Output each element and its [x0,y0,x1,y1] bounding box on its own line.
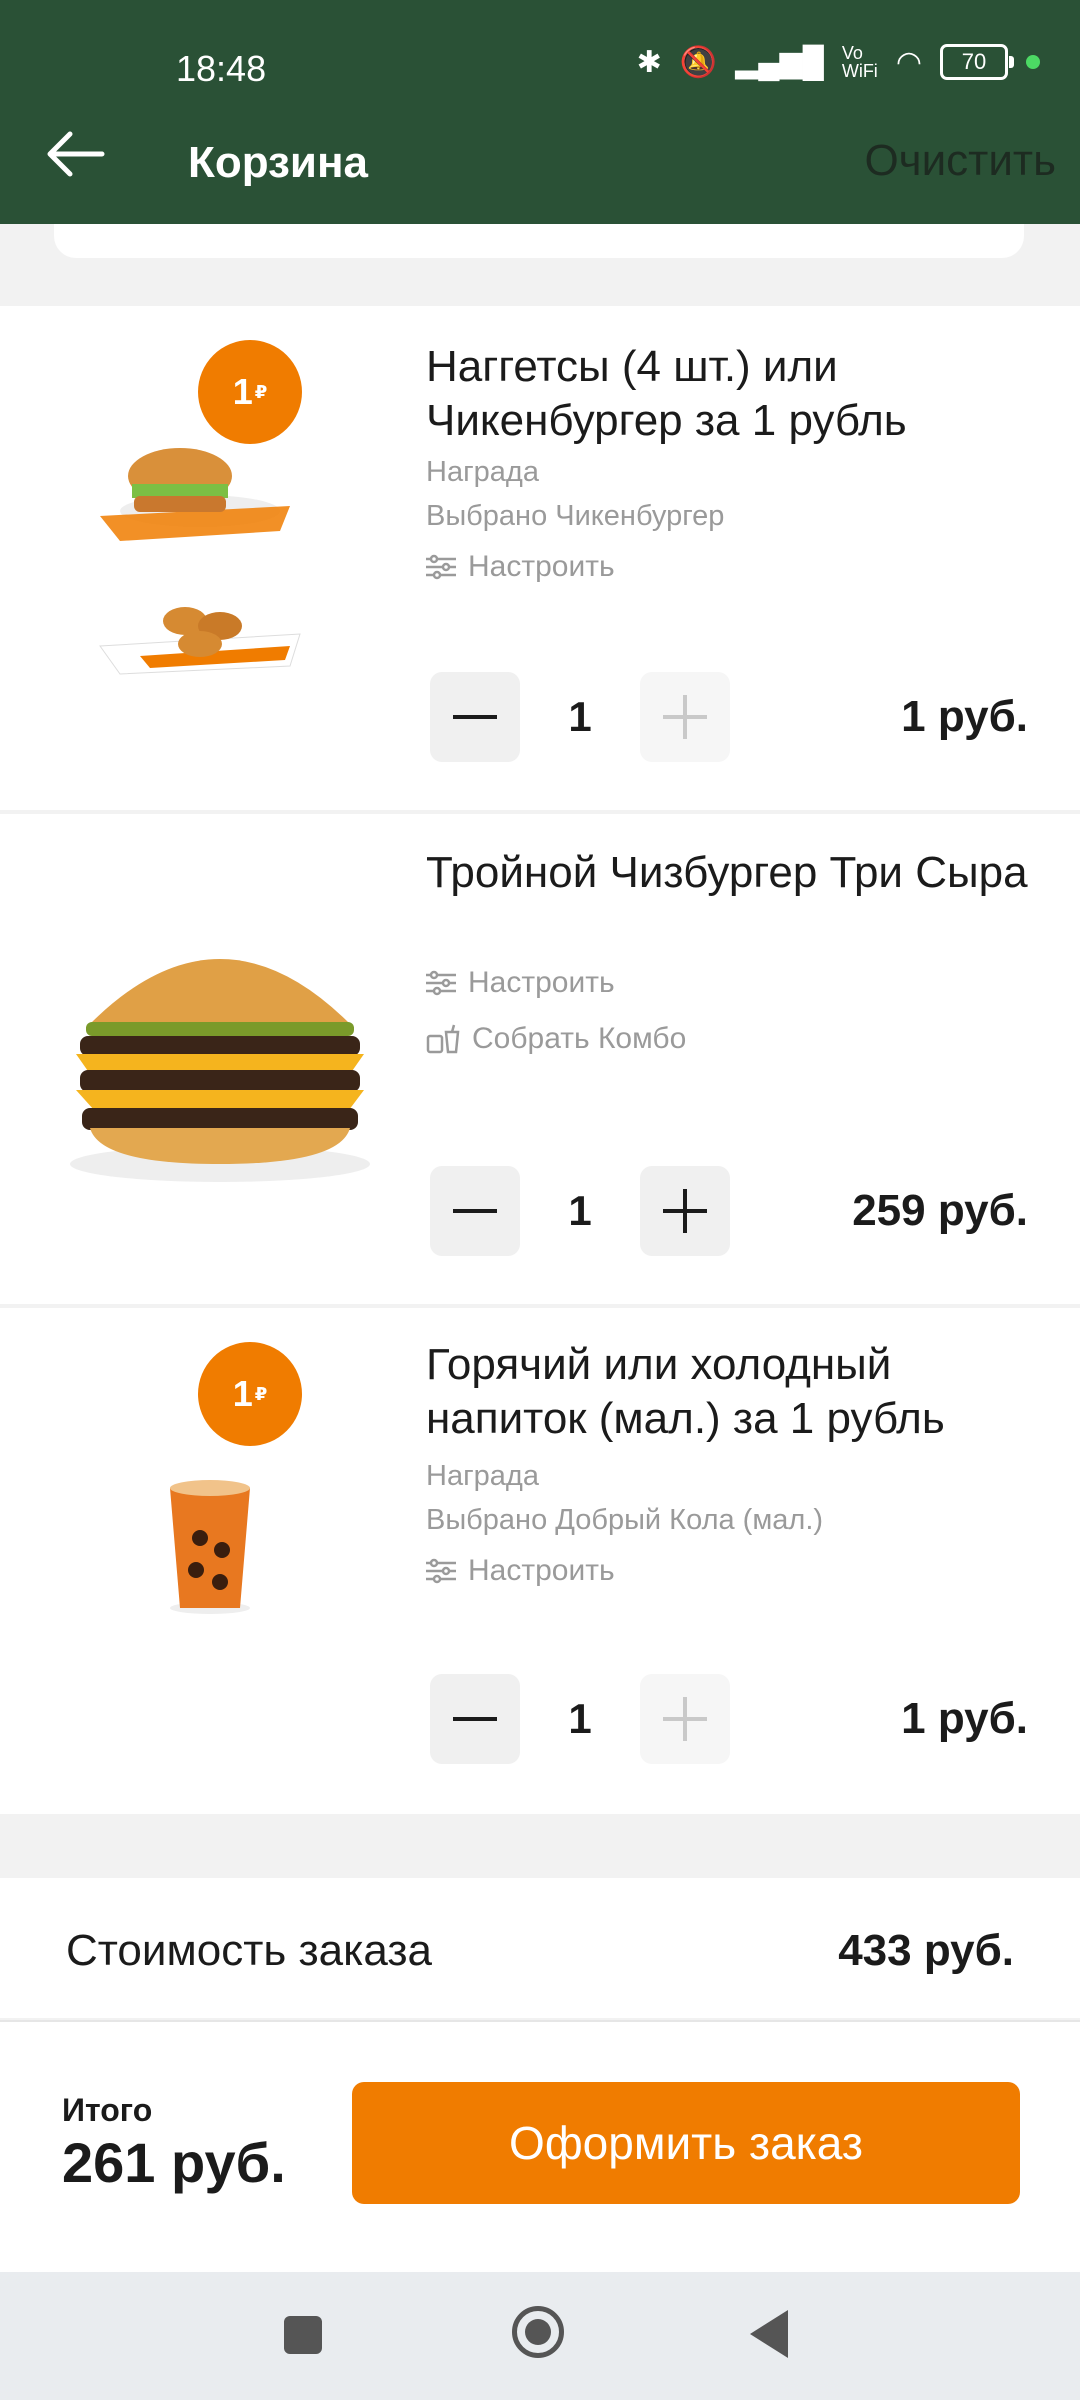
checkout-footer: Итого 261 руб. Оформить заказ [0,2020,1080,2274]
home-icon-dot [525,2319,551,2345]
quantity-stepper: 1 [430,1166,730,1256]
configure-label: Настроить [468,1554,615,1587]
minus-icon [453,1209,497,1213]
badge-value: 1 [232,1373,253,1414]
status-icons: ✱ 🔕 ▂▄▆█ Vo WiFi ◠ 70 [637,44,1040,80]
item-name: Тройной Чизбургер Три Сыра [426,848,1028,897]
item-price: 1 руб. [901,692,1028,741]
status-time: 18:48 [176,48,267,89]
total-value: 261 руб. [62,2131,286,2194]
quantity-stepper: 1 [430,672,730,762]
privacy-dot-icon [1026,55,1040,69]
checkout-button[interactable]: Оформить заказ [352,2082,1020,2204]
app-bar: 18:48 ✱ 🔕 ▂▄▆█ Vo WiFi ◠ 70 Корзина Очист… [0,0,1080,224]
previous-card-edge [54,224,1024,258]
page-title: Корзина [188,138,368,187]
system-nav-bar [0,2272,1080,2400]
increase-button[interactable] [640,1166,730,1256]
battery-level: 70 [961,49,987,74]
plus-icon-vertical [683,695,687,739]
order-cost-label: Стоимость заказа [66,1926,432,1975]
cart-item: 1 ₽ Наггетсы (4 шт.) или Чикенбургер за 1… [0,306,1080,810]
system-back-icon[interactable] [750,2310,788,2358]
item-name: Наггетсы (4 шт.) или Чикенбургер за 1 ру… [426,342,907,445]
item-selected-option: Выбрано Чикенбургер [426,500,725,532]
quantity-value: 1 [568,693,592,740]
order-cost-value: 433 руб. [838,1926,1014,1975]
minus-icon [453,1717,497,1721]
one-ruble-badge: 1 ₽ [198,340,302,444]
cart-item: 1 ₽ Горячий или холодный напиток (мал.) з… [0,1308,1080,1814]
drink-cup-image [170,1480,250,1614]
vowifi-icon: Vo WiFi [841,43,878,81]
one-ruble-badge: 1 ₽ [198,1342,302,1446]
mute-bell-icon: 🔕 [679,45,718,79]
signal-icon: ▂▄▆█ [735,45,824,79]
clear-cart-button[interactable]: Очистить [864,136,1056,186]
configure-label: Настроить [468,966,615,999]
sliders-icon [426,970,456,996]
configure-button[interactable]: Настроить [426,966,615,1000]
decrease-button[interactable] [430,672,520,762]
item-reward-label: Награда [426,456,539,488]
badge-currency: ₽ [254,1383,268,1404]
increase-button[interactable] [640,672,730,762]
badge-currency: ₽ [254,381,268,402]
decrease-button[interactable] [430,1674,520,1764]
combo-label: Собрать Комбо [472,1022,687,1055]
minus-icon [453,715,497,719]
total-label: Итого [62,2092,153,2128]
configure-button[interactable]: Настроить [426,550,615,584]
sliders-icon [426,554,456,580]
bluetooth-icon: ✱ [636,45,662,79]
quantity-value: 1 [568,1695,592,1742]
item-price: 259 руб. [852,1186,1028,1235]
increase-button[interactable] [640,1674,730,1764]
home-icon[interactable] [512,2306,564,2358]
nuggets-chickenburger-image [99,448,301,675]
order-summary: Стоимость заказа 433 руб. [0,1878,1080,2018]
sliders-icon [426,1558,456,1584]
quantity-stepper: 1 [430,1674,730,1764]
battery-icon: 70 [940,44,1014,80]
combo-icon [426,1024,460,1054]
wifi-icon: ◠ [895,45,922,79]
plus-icon-vertical [683,1697,687,1741]
recents-icon[interactable] [284,2316,322,2354]
decrease-button[interactable] [430,1166,520,1256]
plus-icon-vertical [683,1189,687,1233]
configure-label: Настроить [468,550,615,583]
triple-cheeseburger-image [70,959,370,1182]
badge-value: 1 [232,371,253,412]
item-price: 1 руб. [901,1694,1028,1743]
cart-item: Тройной Чизбургер Три Сыра Настроить Соб… [0,814,1080,1304]
item-name: Горячий или холодный напиток (мал.) за 1… [426,1340,945,1443]
make-combo-button[interactable]: Собрать Комбо [426,1022,686,1056]
back-arrow-icon[interactable] [44,128,106,180]
quantity-value: 1 [568,1187,592,1234]
configure-button[interactable]: Настроить [426,1554,615,1588]
item-selected-option: Выбрано Добрый Кола (мал.) [426,1504,824,1536]
item-reward-label: Награда [426,1460,539,1492]
